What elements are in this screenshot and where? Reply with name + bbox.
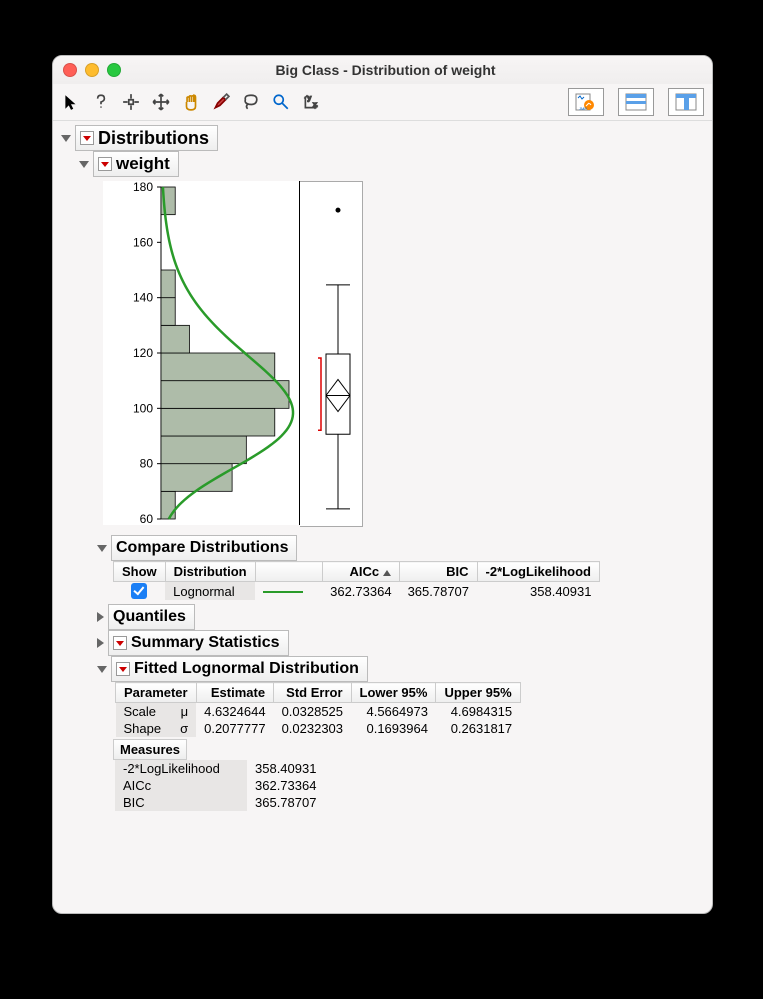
section-fitted[interactable]: Fitted Lognormal Distribution <box>111 656 368 682</box>
histogram[interactable]: 60 80 100 120 140 160 180 <box>103 181 300 525</box>
measures-table: -2*LogLikelihood 358.40931AICc 362.73364… <box>115 760 324 811</box>
measure-name: -2*LogLikelihood <box>115 760 247 777</box>
measure-value: 358.40931 <box>247 760 324 777</box>
app-window: Big Class - Distribution of weight yx JM… <box>52 55 713 914</box>
param-symbol: σ <box>171 720 196 737</box>
upper-value: 4.6984315 <box>436 703 520 721</box>
menu-icon[interactable] <box>98 157 112 171</box>
section-weight[interactable]: weight <box>93 151 179 177</box>
svg-text:y: y <box>308 95 312 102</box>
measure-name: BIC <box>115 794 247 811</box>
svg-text:JMP: JMP <box>579 106 587 111</box>
table-row: Shape σ 0.2077777 0.0232303 0.1693964 0.… <box>116 720 521 737</box>
lasso-icon[interactable] <box>241 92 261 112</box>
lower-value: 4.5664973 <box>351 703 436 721</box>
measure-name: AICc <box>115 777 247 794</box>
svg-text:120: 120 <box>133 346 153 360</box>
minimize-icon[interactable] <box>85 63 99 77</box>
lower-value: 0.1693964 <box>351 720 436 737</box>
svg-text:160: 160 <box>133 235 153 249</box>
measure-value: 365.78707 <box>247 794 324 811</box>
loglik-value: 358.40931 <box>477 582 599 601</box>
bic-value: 365.78707 <box>400 582 477 601</box>
col-curve <box>255 562 322 582</box>
measures-header: Measures <box>113 739 187 760</box>
disclosure-weight[interactable] <box>79 161 89 168</box>
disclosure-fitted[interactable] <box>97 666 107 673</box>
svg-text:60: 60 <box>140 512 154 525</box>
brush-icon[interactable] <box>211 92 231 112</box>
menu-icon[interactable] <box>116 662 130 676</box>
section-summary[interactable]: Summary Statistics <box>108 630 289 656</box>
table-row: BIC 365.78707 <box>115 794 324 811</box>
disclosure-summary[interactable] <box>97 638 104 648</box>
titlebar: Big Class - Distribution of weight <box>53 56 712 84</box>
section-compare[interactable]: Compare Distributions <box>111 535 297 561</box>
svg-text:100: 100 <box>133 401 153 415</box>
dist-name: Lognormal <box>165 582 255 601</box>
se-value: 0.0232303 <box>274 720 351 737</box>
col-aicc[interactable]: AICc <box>322 562 399 582</box>
aicc-value: 362.73364 <box>322 582 399 601</box>
measure-value: 362.73364 <box>247 777 324 794</box>
disclosure-quantiles[interactable] <box>97 612 104 622</box>
pointer-icon[interactable] <box>61 92 81 112</box>
fitted-params-table: Parameter Estimate Std Error Lower 95% U… <box>115 682 521 737</box>
param-name: Shape <box>116 720 172 737</box>
col-estimate[interactable]: Estimate <box>196 683 273 703</box>
close-icon[interactable] <box>63 63 77 77</box>
axis-icon[interactable]: yx <box>301 92 321 112</box>
jmp-home-button[interactable]: JMP <box>568 88 604 116</box>
table-row: Scale μ 4.6324644 0.0328525 4.5664973 4.… <box>116 703 521 721</box>
disclosure-compare[interactable] <box>97 545 107 552</box>
crosshair-icon[interactable] <box>121 92 141 112</box>
section-title: weight <box>116 154 170 174</box>
upper-value: 0.2631817 <box>436 720 520 737</box>
help-icon[interactable] <box>91 92 111 112</box>
svg-text:180: 180 <box>133 181 153 194</box>
col-upper[interactable]: Upper 95% <box>436 683 520 703</box>
col-show[interactable]: Show <box>114 562 166 582</box>
zoom-icon[interactable] <box>107 63 121 77</box>
menu-icon[interactable] <box>113 636 127 650</box>
col-lower[interactable]: Lower 95% <box>351 683 436 703</box>
table-row[interactable]: Lognormal 362.73364 365.78707 358.40931 <box>114 582 600 601</box>
column-table-button[interactable] <box>668 88 704 116</box>
estimate-value: 0.2077777 <box>196 720 273 737</box>
section-title: Distributions <box>98 128 209 149</box>
table-row: -2*LogLikelihood 358.40931 <box>115 760 324 777</box>
section-title: Quantiles <box>113 608 186 626</box>
move-icon[interactable] <box>151 92 171 112</box>
svg-text:80: 80 <box>140 457 154 471</box>
svg-text:140: 140 <box>133 291 153 305</box>
col-stderror[interactable]: Std Error <box>274 683 351 703</box>
col-distribution[interactable]: Distribution <box>165 562 255 582</box>
col-param[interactable]: Parameter <box>116 683 197 703</box>
section-title: Compare Distributions <box>116 539 288 557</box>
hand-icon[interactable] <box>181 92 201 112</box>
window-controls <box>63 63 121 77</box>
distribution-chart[interactable]: 60 80 100 120 140 160 180 <box>103 181 704 527</box>
window-title: Big Class - Distribution of weight <box>121 62 650 78</box>
disclosure-distributions[interactable] <box>61 135 71 142</box>
boxplot[interactable] <box>300 181 363 527</box>
se-value: 0.0328525 <box>274 703 351 721</box>
compare-table: Show Distribution AICc BIC -2*LogLikelih… <box>113 561 600 600</box>
section-quantiles[interactable]: Quantiles <box>108 604 195 630</box>
toolbar: yx JMP <box>53 84 712 121</box>
param-symbol: μ <box>171 703 196 721</box>
section-distributions[interactable]: Distributions <box>75 125 218 151</box>
col-loglik[interactable]: -2*LogLikelihood <box>477 562 599 582</box>
estimate-value: 4.6324644 <box>196 703 273 721</box>
param-name: Scale <box>116 703 172 721</box>
data-table-button[interactable] <box>618 88 654 116</box>
section-title: Summary Statistics <box>131 634 280 652</box>
col-bic[interactable]: BIC <box>400 562 477 582</box>
table-row: AICc 362.73364 <box>115 777 324 794</box>
menu-icon[interactable] <box>80 131 94 145</box>
show-checkbox[interactable] <box>131 583 147 599</box>
magnifier-icon[interactable] <box>271 92 291 112</box>
curve-swatch <box>263 591 303 593</box>
section-title: Fitted Lognormal Distribution <box>134 660 359 678</box>
